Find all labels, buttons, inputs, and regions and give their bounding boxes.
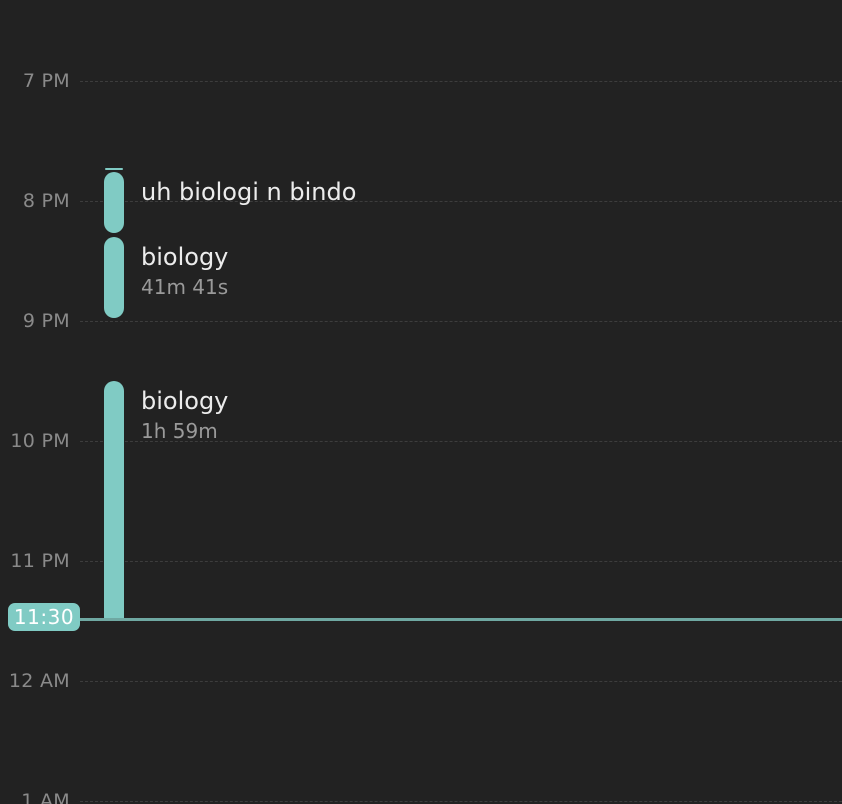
- event-title[interactable]: biology: [141, 242, 228, 272]
- event-start-tick: [105, 168, 123, 170]
- hour-gridline: [80, 681, 842, 682]
- hour-label: 9 PM: [22, 310, 70, 332]
- day-timeline[interactable]: 7 PM 8 PM 9 PM 10 PM 11 PM 12 AM 1 AM uh…: [0, 0, 842, 804]
- hour-label: 10 PM: [10, 430, 70, 452]
- event-duration: 41m 41s: [141, 275, 229, 299]
- event-bar[interactable]: [104, 172, 124, 233]
- hour-label: 12 AM: [8, 670, 70, 692]
- event-duration: 1h 59m: [141, 419, 218, 443]
- current-time-line: [60, 618, 842, 621]
- hour-label: 7 PM: [22, 70, 70, 92]
- current-time-badge: 11:30: [8, 603, 80, 631]
- hour-label: 1 AM: [21, 790, 70, 804]
- hour-gridline: [80, 801, 842, 802]
- hour-gridline: [80, 321, 842, 322]
- hour-gridline: [80, 561, 842, 562]
- hour-label: 11 PM: [10, 550, 70, 572]
- event-bar[interactable]: [104, 381, 124, 621]
- hour-label: 8 PM: [22, 190, 70, 212]
- event-bar[interactable]: [104, 237, 124, 318]
- event-title[interactable]: biology: [141, 386, 228, 416]
- hour-gridline: [80, 81, 842, 82]
- event-title[interactable]: uh biologi n bindo: [141, 177, 356, 207]
